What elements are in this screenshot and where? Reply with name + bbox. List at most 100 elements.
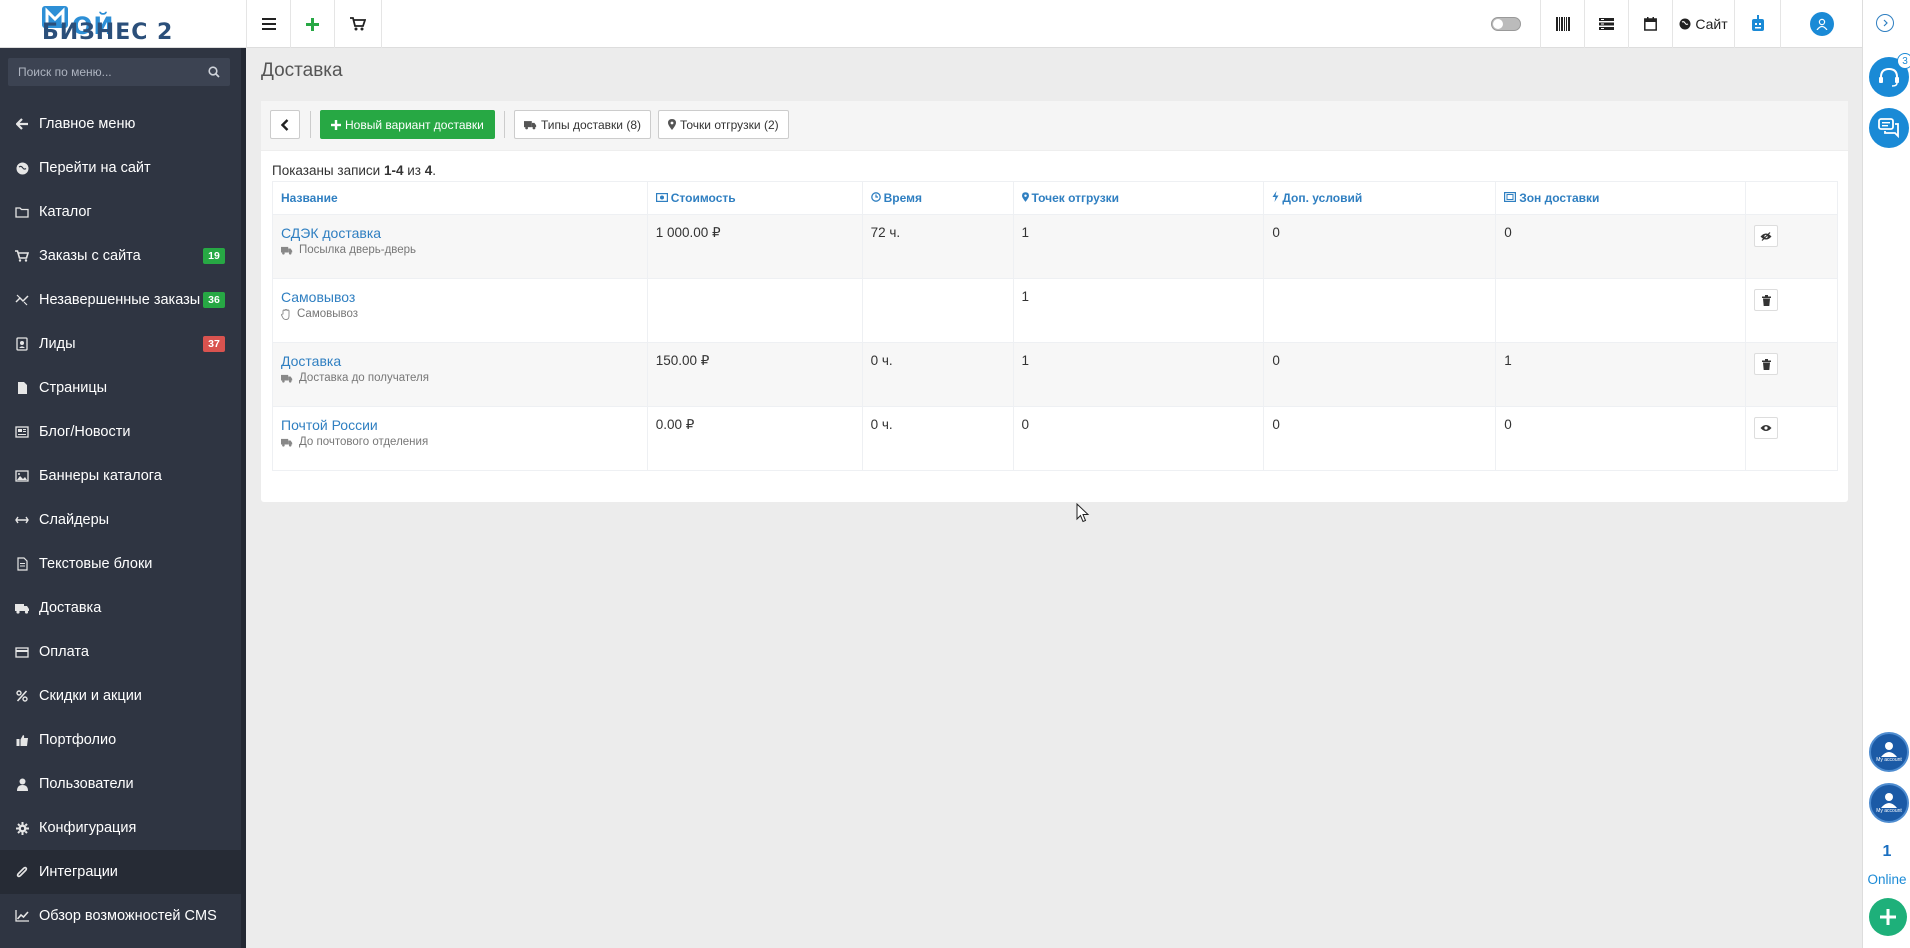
hide-button[interactable] <box>1754 225 1779 247</box>
cell-points: 1 <box>1012 342 1265 407</box>
list-button[interactable] <box>1584 0 1628 48</box>
col-name[interactable]: Название <box>272 181 648 215</box>
collapse-rail-button[interactable] <box>1876 14 1894 32</box>
user-menu-button[interactable] <box>1780 0 1862 48</box>
percent-icon <box>14 688 30 704</box>
cell-time: 72 ч. <box>861 214 1014 279</box>
account-avatar-button[interactable]: My account <box>1869 783 1909 823</box>
add-widget-button[interactable] <box>1869 898 1907 936</box>
shipping-points-button[interactable]: Точки отгрузки (2) <box>658 110 789 139</box>
page-title: Доставка <box>261 60 343 81</box>
truck-icon <box>281 374 293 383</box>
delivery-table: Название Стоимость Время Точек отгрузки … <box>272 181 1838 471</box>
sidebar-item-label: Доставка <box>39 600 102 616</box>
col-time[interactable]: Время <box>861 181 1014 215</box>
truck-icon <box>281 438 293 447</box>
barcode-button[interactable] <box>1540 0 1584 48</box>
sidebar-item-catalog-banners[interactable]: Баннеры каталога <box>0 454 241 498</box>
sidebar-item-label: Заказы с сайта <box>39 248 141 264</box>
arrows-h-icon <box>14 512 30 528</box>
delivery-panel: Новый вариант доставки Типы доставки (8)… <box>261 101 1848 502</box>
delivery-name-link[interactable]: Почтой России <box>281 417 639 433</box>
sidebar-item-main-menu[interactable]: Главное меню <box>0 102 241 146</box>
logo[interactable]: ОЙ БИЗНЕС 2 <box>0 0 246 48</box>
bolt-icon <box>1272 191 1279 205</box>
cell-cost: 1 000.00 ₽ <box>646 214 863 279</box>
online-count: 1 <box>1882 843 1892 860</box>
credit-card-icon <box>14 644 30 660</box>
sidebar-item-configuration[interactable]: Конфигурация <box>0 806 241 850</box>
sidebar-item-label: Страницы <box>39 380 108 396</box>
sidebar-item-pages[interactable]: Страницы <box>0 366 241 410</box>
cell-cost <box>646 278 863 343</box>
delete-button[interactable] <box>1754 353 1779 375</box>
cell-zones: 1 <box>1495 342 1747 407</box>
account-avatar-button[interactable]: My account <box>1869 732 1909 772</box>
sidebar-item-delivery[interactable]: Доставка <box>0 586 241 630</box>
sidebar-item-unfinished-orders[interactable]: Незавершенные заказы 36 <box>0 278 241 322</box>
hand-icon <box>281 308 290 320</box>
site-button[interactable]: Сайт <box>1672 0 1734 48</box>
robot-button[interactable] <box>1734 0 1780 48</box>
col-shipping-points[interactable]: Точек отгрузки <box>1012 181 1265 215</box>
site-label: Сайт <box>1695 16 1728 32</box>
chat-icon <box>1878 118 1899 138</box>
sidebar-item-site-orders[interactable]: Заказы с сайта 19 <box>0 234 241 278</box>
col-cost[interactable]: Стоимость <box>646 181 863 215</box>
toolbar-divider <box>504 111 505 138</box>
delete-button[interactable] <box>1754 289 1779 311</box>
sidebar-item-payment[interactable]: Оплата <box>0 630 241 674</box>
menu-toggle-button[interactable] <box>246 0 290 48</box>
search-icon[interactable] <box>208 66 220 78</box>
new-delivery-button[interactable]: Новый вариант доставки <box>320 110 495 139</box>
delivery-types-button[interactable]: Типы доставки (8) <box>514 110 652 139</box>
sidebar-item-label: Конфигурация <box>39 820 137 836</box>
shipping-points-label: Точки отгрузки (2) <box>680 117 779 132</box>
theme-toggle[interactable] <box>1488 0 1524 48</box>
sidebar-item-sliders[interactable]: Слайдеры <box>0 498 241 542</box>
menu-icon <box>261 18 276 30</box>
support-button[interactable]: 3 <box>1869 53 1910 97</box>
thumbs-up-icon <box>14 732 30 748</box>
avatar-icon <box>1881 742 1897 757</box>
delivery-name-link[interactable]: Самовывоз <box>281 289 639 305</box>
sidebar-item-go-to-site[interactable]: Перейти на сайт <box>0 146 241 190</box>
cell-extra: 0 <box>1263 406 1497 471</box>
cart-button[interactable] <box>334 0 382 48</box>
sidebar-item-discounts[interactable]: Скидки и акции <box>0 674 241 718</box>
menu-search-input[interactable] <box>18 65 208 79</box>
cell-cost: 0.00 ₽ <box>646 406 863 471</box>
col-extra-conditions[interactable]: Доп. условий <box>1263 181 1497 215</box>
sidebar-item-portfolio[interactable]: Портфолио <box>0 718 241 762</box>
calendar-button[interactable] <box>1628 0 1672 48</box>
cell-name: Почтой России До почтового отделения <box>272 406 648 471</box>
chevron-right-icon <box>1883 19 1888 27</box>
sidebar-item-text-blocks[interactable]: Текстовые блоки <box>0 542 241 586</box>
col-delivery-zones[interactable]: Зон доставки <box>1495 181 1747 215</box>
avatar-icon <box>1881 793 1897 808</box>
sidebar-item-integrations[interactable]: Интеграции <box>0 850 241 894</box>
delivery-name-link[interactable]: СДЭК доставка <box>281 225 639 241</box>
chat-button[interactable] <box>1869 108 1909 148</box>
mouse-cursor-icon <box>1076 503 1090 523</box>
back-button[interactable] <box>270 110 300 139</box>
sidebar-item-catalog[interactable]: Каталог <box>0 190 241 234</box>
delivery-name-link[interactable]: Доставка <box>281 353 639 369</box>
toggle-switch <box>1491 17 1521 31</box>
cell-extra: 0 <box>1263 214 1497 279</box>
sidebar-item-label: Текстовые блоки <box>39 556 153 572</box>
plus-icon <box>1880 909 1896 925</box>
sidebar-item-users[interactable]: Пользователи <box>0 762 241 806</box>
globe-icon <box>14 160 30 176</box>
sidebar-item-blog[interactable]: Блог/Новости <box>0 410 241 454</box>
logo-line2: БИЗНЕС 2 <box>42 20 174 45</box>
online-label: Online <box>1867 872 1907 887</box>
show-button[interactable] <box>1754 417 1779 439</box>
table-row: Самовывоз Самовывоз 1 <box>272 278 1838 343</box>
truck-icon <box>14 600 30 616</box>
sidebar-item-cms-overview[interactable]: Обзор возможностей CMS <box>0 894 241 938</box>
sidebar-item-label: Перейти на сайт <box>39 160 151 176</box>
sidebar-item-leads[interactable]: Лиды 37 <box>0 322 241 366</box>
add-button[interactable] <box>290 0 334 48</box>
barcode-icon <box>1555 17 1570 31</box>
